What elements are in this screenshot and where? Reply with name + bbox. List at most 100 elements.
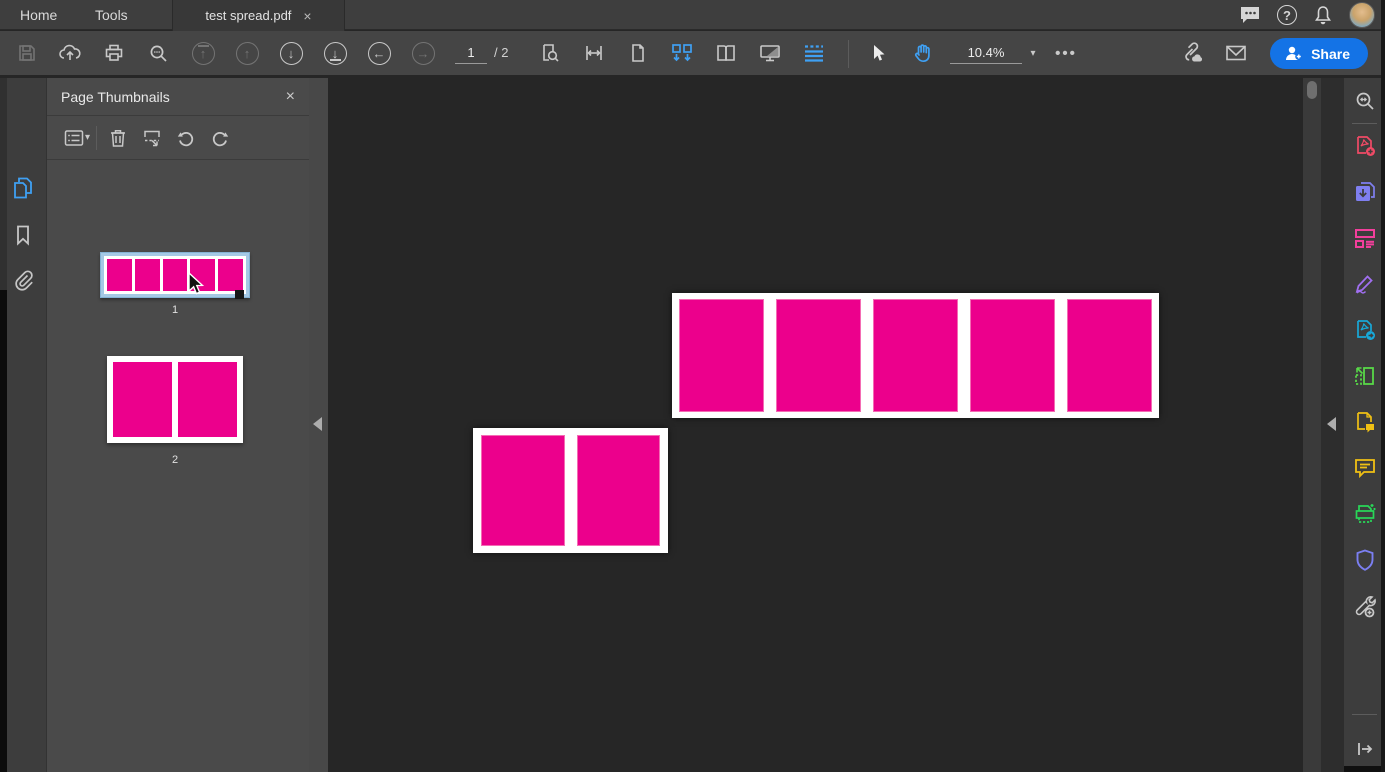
next-page-icon: ↓ [279, 41, 303, 65]
document-canvas[interactable] [328, 78, 1303, 772]
insert-pages-button[interactable] [137, 123, 167, 153]
scan-ocr-tool[interactable] [1350, 499, 1380, 529]
hand-tool-button[interactable] [907, 38, 937, 68]
find-button[interactable] [143, 38, 173, 68]
printer-icon [105, 44, 123, 61]
monitor-icon [760, 45, 780, 62]
thumbnail-page-1-preview [104, 256, 246, 294]
comment-bubble-icon [1354, 459, 1375, 479]
page-thumbnails-panel: Page Thumbnails × ▾ 1 2 [47, 78, 309, 772]
pink-rectangle [218, 259, 243, 291]
save-button[interactable] [12, 38, 42, 68]
zoom-dropdown-button[interactable]: ▾ [1018, 38, 1048, 68]
pink-rectangle [107, 259, 132, 291]
panel-title: Page Thumbnails [61, 88, 170, 105]
print-button[interactable] [99, 38, 129, 68]
next-view-button[interactable]: → [408, 38, 438, 68]
notifications-bell-icon[interactable] [1313, 5, 1333, 25]
protect-tool[interactable] [1350, 545, 1380, 575]
scrollbar-thumb[interactable] [1307, 81, 1317, 99]
comment-tool[interactable] [1350, 453, 1380, 483]
close-tab-icon[interactable]: × [303, 9, 311, 23]
enable-scrolling-button[interactable] [799, 38, 829, 68]
full-screen-button[interactable] [755, 38, 785, 68]
first-page-button[interactable]: ↑ [188, 38, 218, 68]
next-page-button[interactable]: ↓ [276, 38, 306, 68]
sidebar-item-page-thumbnails[interactable] [9, 174, 37, 202]
previous-page-button[interactable]: ↑ [232, 38, 262, 68]
window-left-edge [0, 78, 7, 290]
combine-files-icon [1355, 182, 1375, 201]
save-to-cloud-button[interactable] [55, 38, 85, 68]
document-page-2[interactable] [473, 428, 668, 553]
page-number-input[interactable]: 1 [455, 42, 487, 64]
create-pdf-tool[interactable] [1350, 131, 1380, 161]
previous-page-icon: ↑ [235, 41, 259, 65]
share-button[interactable]: Share [1270, 38, 1368, 69]
pink-rectangle [162, 259, 188, 291]
page-zoom-icon [543, 44, 559, 62]
paperclip-icon [15, 270, 33, 291]
vertical-scrollbar[interactable] [1303, 78, 1321, 772]
app-tab-bar: Home Tools test spread.pdf × ? [0, 0, 1385, 31]
marquee-zoom-button[interactable] [535, 38, 565, 68]
collapse-left-panel-icon[interactable] [313, 417, 322, 431]
share-link-button[interactable] [1177, 38, 1207, 68]
export-pdf-tool[interactable] [1350, 315, 1380, 345]
thumbnail-page-1[interactable] [100, 252, 250, 298]
options-menu-icon [64, 129, 84, 146]
main-toolbar: ↑ ↑ ↓ ↓ ← → 1 / 2 10.4% ▾ ••• Share [0, 31, 1385, 77]
last-page-button[interactable]: ↓ [320, 38, 350, 68]
two-page-scrolling-button[interactable] [667, 38, 697, 68]
thumbnail-list: 1 2 [47, 160, 309, 772]
user-avatar[interactable] [1349, 2, 1375, 28]
more-tools-overflow-button[interactable]: ••• [1051, 38, 1081, 68]
tab-home[interactable]: Home [20, 0, 57, 30]
edit-pdf-tool[interactable] [1350, 223, 1380, 253]
pink-rectangle [873, 299, 958, 412]
ellipsis-icon: ••• [1055, 44, 1077, 62]
fit-width-button[interactable] [579, 38, 609, 68]
options-caret-icon[interactable]: ▾ [85, 132, 90, 143]
mouse-cursor [188, 272, 205, 295]
search-tool-button[interactable] [1350, 86, 1380, 116]
last-page-icon: ↓ [323, 41, 347, 65]
pink-rectangle [113, 362, 172, 437]
delete-pages-button[interactable] [103, 123, 133, 153]
email-button[interactable] [1221, 38, 1251, 68]
tab-tools[interactable]: Tools [95, 0, 128, 30]
sidebar-item-attachments[interactable] [9, 267, 37, 295]
thumbnail-page-2[interactable] [107, 356, 243, 443]
collapse-right-pane-icon[interactable] [1327, 417, 1336, 431]
select-tool-button[interactable] [863, 38, 893, 68]
rotate-counterclockwise-button[interactable] [171, 123, 201, 153]
wrench-plus-icon [1355, 596, 1376, 618]
export-pdf-icon [1356, 320, 1375, 340]
sidebar-item-bookmarks[interactable] [9, 221, 37, 249]
two-page-view-button[interactable] [711, 38, 741, 68]
rotate-cw-icon [212, 131, 229, 146]
rotate-ccw-icon [177, 131, 194, 146]
help-icon[interactable]: ? [1277, 5, 1297, 25]
document-tab[interactable]: test spread.pdf × [172, 0, 345, 31]
zoom-level-input[interactable]: 10.4% [950, 42, 1022, 64]
send-for-comments-tool[interactable] [1350, 407, 1380, 437]
pink-rectangle [481, 435, 565, 546]
panel-resize-gutter[interactable] [309, 78, 328, 772]
bookmark-icon [17, 225, 29, 246]
window-left-edge-dark [0, 290, 7, 772]
rotate-clockwise-button[interactable] [205, 123, 235, 153]
more-tools-button[interactable] [1350, 591, 1380, 621]
open-tools-pane-button[interactable] [1350, 734, 1380, 764]
combine-files-tool[interactable] [1350, 177, 1380, 207]
fit-page-button[interactable] [623, 38, 653, 68]
window-right-edge [1381, 0, 1385, 772]
previous-view-button[interactable]: ← [364, 38, 394, 68]
panel-close-icon[interactable]: × [286, 88, 295, 106]
fill-and-sign-tool[interactable] [1350, 269, 1380, 299]
selection-handle[interactable] [235, 290, 244, 299]
document-page-1[interactable] [672, 293, 1159, 418]
feedback-chat-icon[interactable] [1239, 5, 1261, 25]
crop-pages-tool[interactable] [1350, 361, 1380, 391]
thumbnail-page-2-label: 2 [171, 454, 179, 466]
